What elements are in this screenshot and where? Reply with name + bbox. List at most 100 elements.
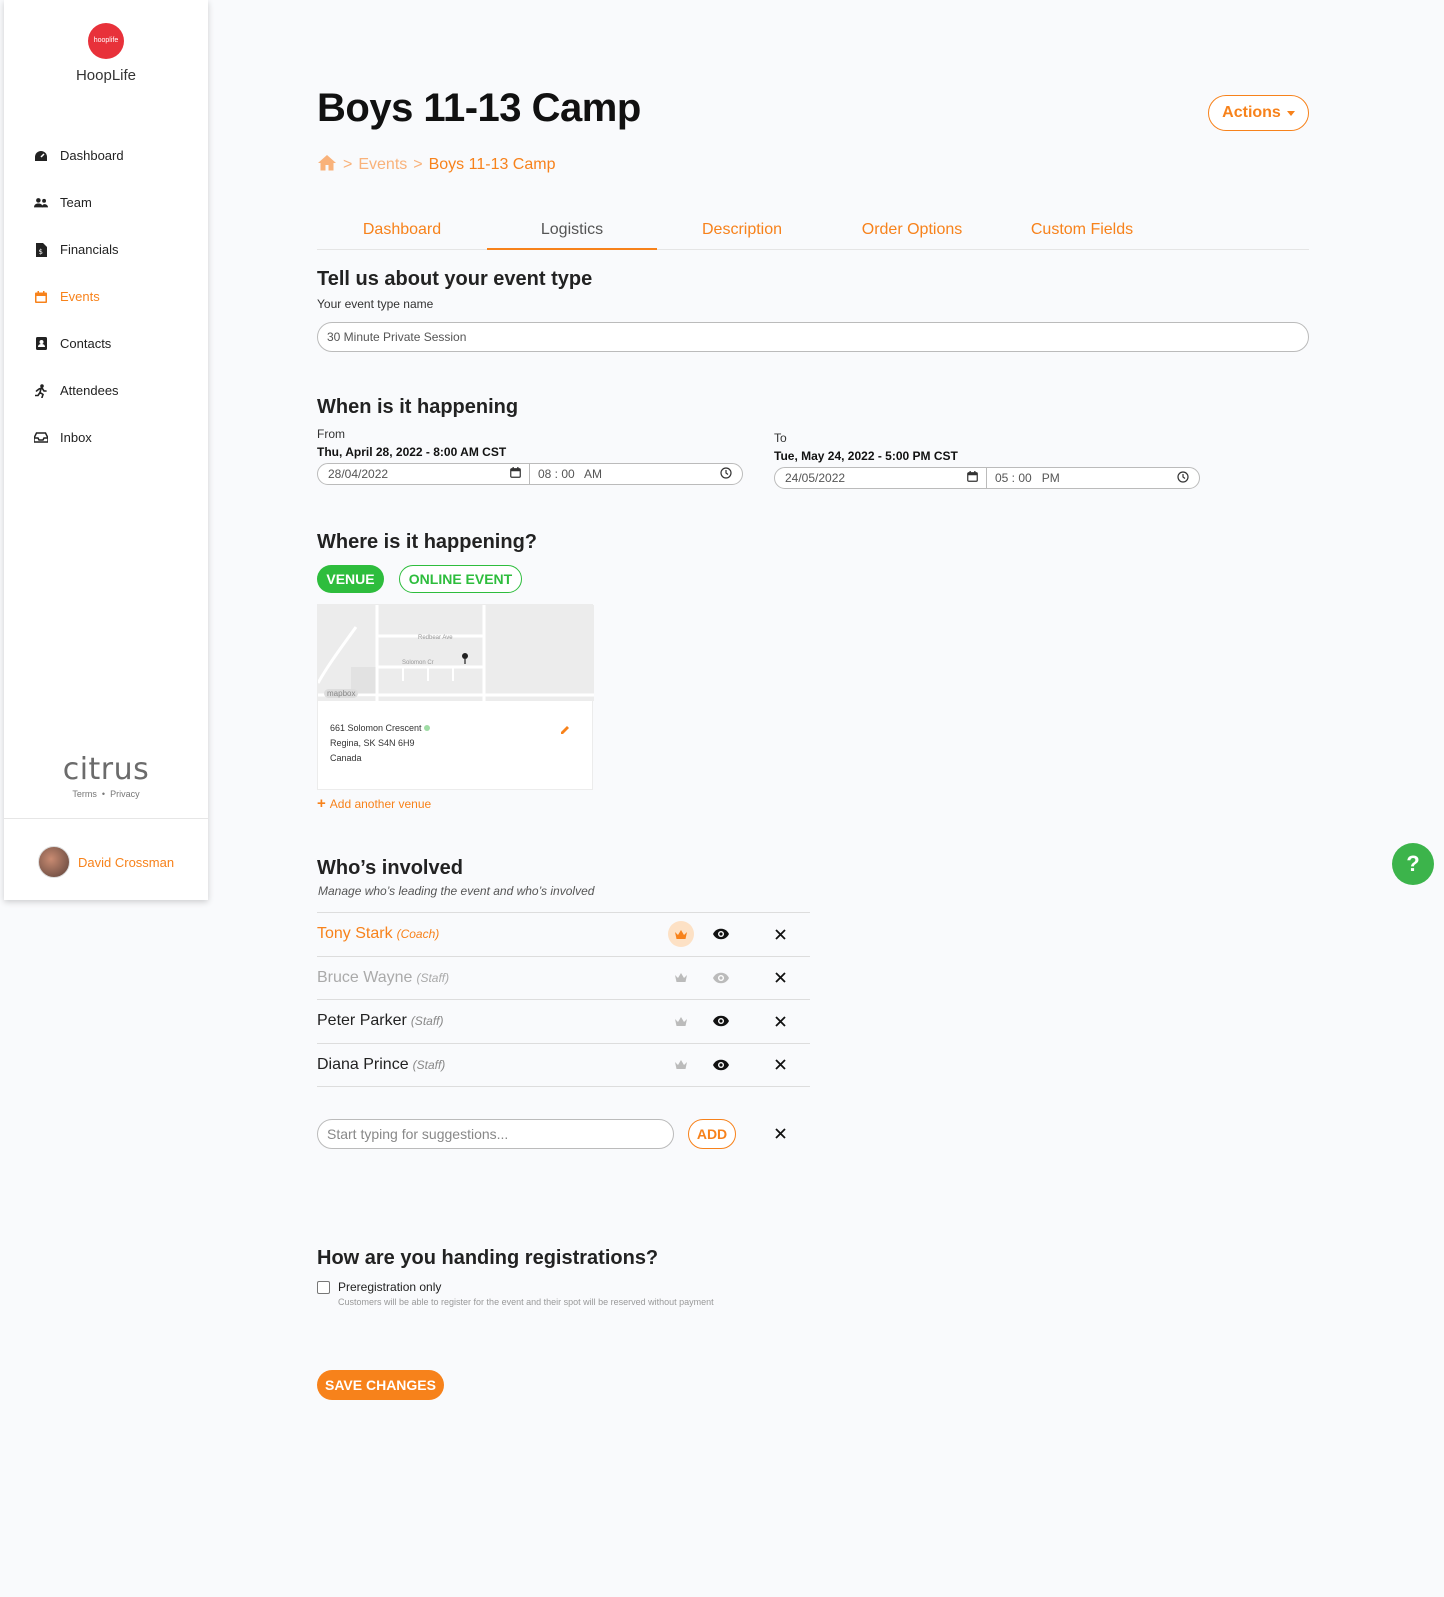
citrus-footer: citrus Terms • Privacy <box>4 752 208 799</box>
people-list: Tony Stark (Coach) Bruce Wayne (Staff) P… <box>317 912 810 1087</box>
user-profile[interactable]: David Crossman <box>38 846 174 878</box>
sidebar-item-attendees[interactable]: Attendees <box>4 367 208 414</box>
add-venue-link[interactable]: + Add another venue <box>317 795 431 812</box>
crown-icon[interactable] <box>668 1052 694 1078</box>
sidebar-item-financials[interactable]: $ Financials <box>4 226 208 273</box>
person-role: (Staff) <box>416 970 450 985</box>
sidebar-item-inbox[interactable]: Inbox <box>4 414 208 461</box>
sidebar-item-label: Events <box>60 289 100 304</box>
to-date-input[interactable]: 24/05/2022 <box>775 468 987 488</box>
from-datetime-field: 28/04/2022 08 : 00 AM <box>317 463 743 485</box>
to-time-input[interactable]: 05 : 00 PM <box>987 468 1199 488</box>
sidebar-item-label: Financials <box>60 242 119 257</box>
sidebar-item-dashboard[interactable]: Dashboard <box>4 132 208 179</box>
calendar-icon[interactable] <box>967 471 978 485</box>
sidebar-item-contacts[interactable]: Contacts <box>4 320 208 367</box>
to-datetime-field: 24/05/2022 05 : 00 PM <box>774 467 1200 489</box>
clear-search-icon[interactable] <box>775 1128 786 1139</box>
list-item: Tony Stark (Coach) <box>317 913 810 957</box>
home-icon[interactable] <box>317 154 337 176</box>
terms-link[interactable]: Terms <box>72 789 97 799</box>
footer-links: Terms • Privacy <box>4 789 208 799</box>
remove-person-icon[interactable] <box>775 972 786 983</box>
citrus-logo: citrus <box>62 752 150 787</box>
actions-label: Actions <box>1222 104 1281 121</box>
breadcrumb: > Events > Boys 11-13 Camp <box>317 154 555 176</box>
eye-icon[interactable] <box>712 972 730 984</box>
financials-icon: $ <box>34 242 48 257</box>
event-type-label: Your event type name <box>317 297 434 311</box>
venue-map[interactable]: Redbear Ave Solomon Cr mapbox <box>318 605 594 701</box>
crown-icon[interactable] <box>668 921 694 948</box>
tab-logistics[interactable]: Logistics <box>487 218 657 250</box>
verified-dot-icon <box>424 725 431 731</box>
tab-custom-fields[interactable]: Custom Fields <box>997 218 1167 250</box>
from-time-input[interactable]: 08 : 00 AM <box>530 464 742 484</box>
brand-logo[interactable]: hooplife <box>88 23 124 59</box>
clock-icon[interactable] <box>720 466 732 482</box>
user-name[interactable]: David Crossman <box>78 855 174 870</box>
list-item: Diana Prince (Staff) <box>317 1044 810 1087</box>
address-line: Regina, SK S4N 6H9 <box>330 738 415 748</box>
tab-description[interactable]: Description <box>657 218 827 250</box>
list-item: Bruce Wayne (Staff) <box>317 957 810 1000</box>
inbox-icon <box>34 431 48 445</box>
breadcrumb-separator: > <box>413 156 423 173</box>
involved-heading: Who’s involved <box>317 857 463 879</box>
to-label: To <box>774 431 787 445</box>
clock-icon[interactable] <box>1177 470 1189 486</box>
map-streets <box>318 605 594 701</box>
breadcrumb-current: Boys 11-13 Camp <box>428 156 556 173</box>
eye-icon[interactable] <box>712 928 730 940</box>
caret-down-icon <box>1286 110 1295 116</box>
preregistration-label[interactable]: Preregistration only <box>338 1280 441 1294</box>
event-type-heading: Tell us about your event type <box>317 268 593 290</box>
dashboard-icon <box>34 149 48 163</box>
svg-text:$: $ <box>38 248 42 256</box>
person-name: Bruce Wayne <box>317 968 413 986</box>
eye-icon[interactable] <box>712 1059 730 1071</box>
tab-order-options[interactable]: Order Options <box>827 218 997 250</box>
edit-pencil-icon[interactable] <box>560 722 571 740</box>
person-role: (Staff) <box>410 1014 444 1029</box>
crown-icon[interactable] <box>668 1008 694 1034</box>
calendar-icon[interactable] <box>510 467 521 481</box>
map-street-label: Solomon Cr <box>402 660 434 666</box>
address-street: 661 Solomon Crescent <box>330 723 422 733</box>
person-search-input[interactable]: Start typing for suggestions... <box>317 1119 674 1149</box>
actions-button[interactable]: Actions <box>1208 95 1309 131</box>
person-name: Tony Stark <box>317 925 393 943</box>
preregistration-checkbox[interactable] <box>317 1281 330 1294</box>
venue-button[interactable]: VENUE <box>317 565 384 593</box>
eye-icon[interactable] <box>712 1015 730 1027</box>
person-name: Peter Parker <box>317 1012 407 1030</box>
to-date-value: 24/05/2022 <box>785 471 846 485</box>
remove-person-icon[interactable] <box>775 1059 786 1070</box>
preregistration-help: Customers will be able to register for t… <box>338 1297 714 1307</box>
help-button[interactable]: ? <box>1392 843 1434 885</box>
sidebar-item-label: Dashboard <box>60 148 124 163</box>
remove-person-icon[interactable] <box>775 1016 786 1027</box>
from-date-input[interactable]: 28/04/2022 <box>318 464 530 484</box>
tab-dashboard[interactable]: Dashboard <box>317 218 487 250</box>
privacy-link[interactable]: Privacy <box>110 789 140 799</box>
sidebar-nav: Dashboard Team $ Financials Events Conta… <box>4 132 208 461</box>
sidebar: hooplife HoopLife Dashboard Team $ Finan… <box>4 0 208 900</box>
sidebar-item-label: Team <box>60 195 92 210</box>
save-changes-button[interactable]: SAVE CHANGES <box>317 1370 444 1400</box>
sidebar-item-events[interactable]: Events <box>4 273 208 320</box>
breadcrumb-separator: > <box>343 156 353 173</box>
address-line: Canada <box>330 753 362 763</box>
sidebar-item-team[interactable]: Team <box>4 179 208 226</box>
remove-person-icon[interactable] <box>775 929 786 940</box>
sidebar-divider <box>4 818 208 819</box>
map-street-label: Redbear Ave <box>418 635 453 641</box>
add-person-button[interactable]: ADD <box>688 1119 736 1149</box>
to-time-value: 05 : 00 PM <box>995 471 1060 485</box>
breadcrumb-events[interactable]: Events <box>358 156 407 174</box>
event-type-name-input[interactable]: 30 Minute Private Session <box>317 322 1309 352</box>
online-event-button[interactable]: ONLINE EVENT <box>399 565 522 593</box>
crown-icon[interactable] <box>668 965 694 991</box>
person-role: (Coach) <box>396 927 440 942</box>
team-icon <box>34 196 48 210</box>
